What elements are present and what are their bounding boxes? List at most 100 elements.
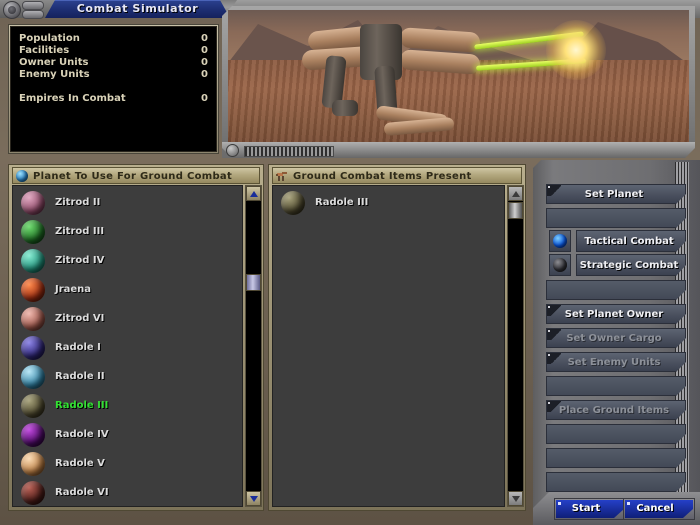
- place-ground-items-button[interactable]: Place Ground Items: [546, 400, 686, 420]
- list-item-label: Radole VI: [55, 480, 109, 506]
- start-button[interactable]: Start: [554, 498, 626, 520]
- set-enemy-units-button[interactable]: Set Enemy Units: [546, 352, 686, 372]
- planet-sphere-icon: [21, 365, 45, 389]
- set-planet-button[interactable]: Set Planet: [546, 184, 686, 204]
- list-item[interactable]: Radole III: [281, 190, 491, 219]
- planet-sphere-icon: [21, 278, 45, 302]
- blank-button-1[interactable]: [546, 208, 686, 228]
- scrollbar-thumb[interactable]: [246, 274, 261, 291]
- scroll-up-arrow-icon: [512, 191, 520, 197]
- planet-list-body[interactable]: Zitrod II Zitrod III Zitrod IV Jraena Zi…: [12, 185, 243, 507]
- stat-row: Facilities 0: [19, 45, 208, 57]
- planet-sphere-icon: [21, 249, 45, 273]
- preview-settings-icon[interactable]: [226, 144, 239, 157]
- list-item-label: Radole III: [55, 393, 108, 419]
- stat-label: Facilities: [19, 45, 69, 57]
- preview-grill-icon: [244, 146, 334, 157]
- blank-button-3[interactable]: [546, 376, 686, 396]
- radio-selected-icon: [553, 234, 567, 248]
- system-menu-icon[interactable]: [3, 1, 21, 19]
- list-item-label: Zitrod II: [55, 190, 100, 216]
- blank-button-2[interactable]: [546, 280, 686, 300]
- scroll-up-button[interactable]: [508, 186, 523, 201]
- planet-sphere-icon: [21, 220, 45, 244]
- blank-button-4[interactable]: [546, 424, 686, 444]
- planet-sphere-icon: [21, 307, 45, 331]
- blank-label-6: [547, 473, 681, 493]
- blank-button-6[interactable]: [546, 472, 686, 492]
- list-item[interactable]: Radole II: [21, 364, 231, 393]
- start-label: Start: [555, 500, 617, 518]
- planet-sphere-icon: [21, 191, 45, 215]
- planet-sphere-icon: [21, 452, 45, 476]
- planet-sphere-icon: [21, 423, 45, 447]
- list-item[interactable]: Zitrod IV: [21, 248, 231, 277]
- blank-label-5: [547, 449, 681, 469]
- scroll-up-button[interactable]: [246, 186, 261, 201]
- list-item[interactable]: Zitrod III: [21, 219, 231, 248]
- scroll-up-arrow-icon: [250, 191, 258, 197]
- list-item-label: Zitrod VI: [55, 306, 104, 332]
- set-planet-label: Set Planet: [547, 185, 681, 205]
- stat-value: 0: [201, 69, 208, 81]
- strategic-combat-radio[interactable]: [549, 254, 571, 276]
- scrollbar-thumb[interactable]: [508, 202, 523, 219]
- stat-label: Owner Units: [19, 57, 88, 69]
- scroll-down-arrow-icon: [250, 496, 258, 502]
- stat-row: Owner Units 0: [19, 57, 208, 69]
- strategic-combat-label: Strategic Combat: [577, 255, 681, 277]
- place-ground-items-label: Place Ground Items: [547, 401, 681, 421]
- list-item[interactable]: Zitrod VI: [21, 306, 231, 335]
- list-item-label: Radole II: [55, 364, 105, 390]
- stat-label: Empires In Combat: [19, 93, 126, 105]
- list-item[interactable]: Jraena: [21, 277, 231, 306]
- radio-unselected-icon: [553, 258, 567, 272]
- minimize-icon[interactable]: [22, 1, 44, 10]
- list-item-label: Radole III: [315, 190, 368, 216]
- list-item[interactable]: Radole I: [21, 335, 231, 364]
- list-item-label: Zitrod III: [55, 219, 104, 245]
- list-item[interactable]: Radole VI: [21, 480, 231, 507]
- tactical-combat-button[interactable]: Tactical Combat: [576, 230, 686, 252]
- list-item-label: Radole IV: [55, 422, 109, 448]
- set-enemy-units-label: Set Enemy Units: [547, 353, 681, 373]
- items-list-body[interactable]: Radole III: [272, 185, 505, 507]
- items-list-scrollbar[interactable]: [507, 185, 524, 507]
- planet-list-header: Planet To Use For Ground Combat: [12, 167, 260, 184]
- list-item-label: Jraena: [55, 277, 91, 303]
- strategic-combat-button[interactable]: Strategic Combat: [576, 254, 686, 276]
- set-owner-cargo-button[interactable]: Set Owner Cargo: [546, 328, 686, 348]
- scroll-down-button[interactable]: [508, 491, 523, 506]
- globe-icon: [16, 170, 28, 182]
- stat-value: 0: [201, 33, 208, 45]
- blank-button-5[interactable]: [546, 448, 686, 468]
- planet-sphere-icon: [21, 336, 45, 360]
- list-item[interactable]: Radole V: [21, 451, 231, 480]
- cancel-button[interactable]: Cancel: [623, 498, 695, 520]
- blank-label-1: [547, 209, 681, 229]
- combat-simulator-window: Combat Simulator Population 0 Facilities…: [0, 0, 700, 525]
- stat-row: Population 0: [19, 33, 208, 45]
- stat-row: Enemy Units 0: [19, 69, 208, 81]
- stat-label: Population: [19, 33, 80, 45]
- maximize-icon[interactable]: [22, 10, 44, 19]
- items-list-header: Ground Combat Items Present: [272, 167, 522, 184]
- scroll-down-button[interactable]: [246, 491, 261, 506]
- stat-value: 0: [201, 45, 208, 57]
- mech-walker-icon: [288, 18, 548, 140]
- items-list-header-label: Ground Combat Items Present: [293, 168, 472, 185]
- list-item-selected[interactable]: Radole III: [21, 393, 231, 422]
- tactical-combat-radio[interactable]: [549, 230, 571, 252]
- list-item[interactable]: Radole IV: [21, 422, 231, 451]
- set-planet-owner-label: Set Planet Owner: [547, 305, 681, 325]
- list-item[interactable]: Zitrod II: [21, 190, 231, 219]
- planet-list-scrollbar[interactable]: [245, 185, 262, 507]
- combat-preview-image: [228, 10, 689, 142]
- planet-sphere-icon: [21, 481, 45, 505]
- cancel-label: Cancel: [624, 500, 686, 518]
- set-planet-owner-button[interactable]: Set Planet Owner: [546, 304, 686, 324]
- empires-in-combat-row: Empires In Combat 0: [19, 93, 208, 105]
- planet-sphere-icon: [21, 394, 45, 418]
- list-item-label: Radole I: [55, 335, 101, 361]
- planet-list-header-label: Planet To Use For Ground Combat: [33, 168, 232, 185]
